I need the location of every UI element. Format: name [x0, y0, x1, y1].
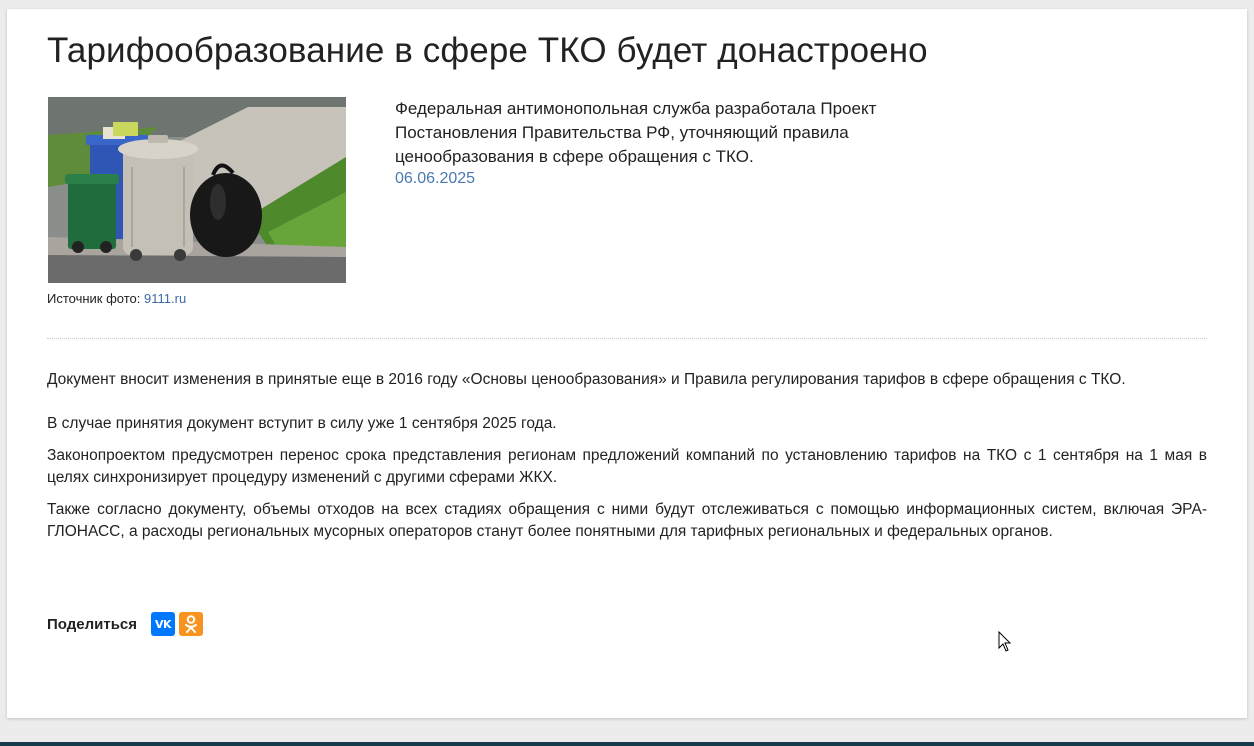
divider [47, 338, 1207, 339]
paragraph: Документ вносит изменения в принятые еще… [47, 371, 1126, 388]
mouse-cursor-icon [998, 630, 1012, 658]
article-title: Тарифообразование в сфере ТКО будет дона… [47, 31, 928, 70]
paragraph: Также согласно документу, объемы отходов… [47, 501, 1207, 540]
photo-caption-prefix: Источник фото: [47, 291, 145, 306]
article-card: Тарифообразование в сфере ТКО будет дона… [7, 9, 1247, 718]
ok-icon [185, 615, 198, 633]
share-block: Поделиться VK [47, 612, 207, 636]
vk-icon: VK [155, 617, 172, 631]
share-vk-button[interactable]: VK [151, 612, 176, 636]
article-date: 06.06.2025 [395, 170, 476, 187]
article-photo [48, 97, 346, 283]
article-body: Документ вносит изменения в принятые еще… [47, 369, 1207, 543]
share-label: Поделиться [47, 615, 138, 633]
photo-caption: Источник фото: 9111.ru [47, 291, 186, 306]
share-ok-button[interactable] [179, 612, 204, 636]
page-footer-bar [0, 742, 1254, 746]
paragraph: Законопроектом предусмотрен перенос срок… [47, 447, 1207, 486]
article-lead: Федеральная антимонопольная служба разра… [395, 99, 877, 166]
paragraph: В случае принятия документ вступит в сил… [47, 415, 557, 432]
photo-source-link[interactable]: 9111.ru [144, 291, 186, 306]
